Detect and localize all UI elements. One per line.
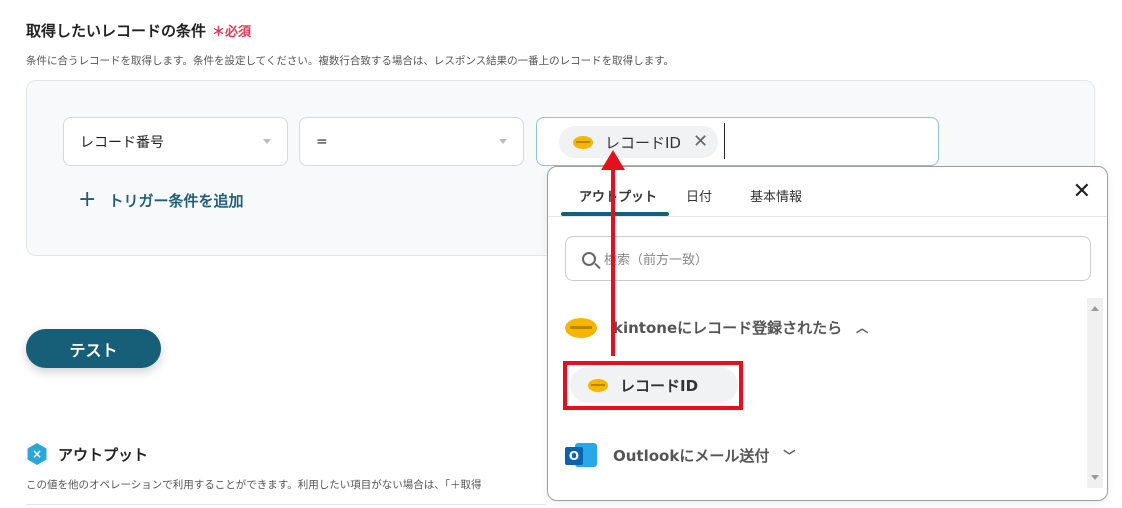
chevron-up-icon: ︿: [856, 321, 869, 335]
scroll-down-icon[interactable]: [1091, 475, 1099, 480]
outlook-icon: O: [565, 441, 597, 469]
group-outlook[interactable]: O Outlookにメール送付 ﹀: [565, 441, 795, 469]
close-icon[interactable]: ✕: [1073, 181, 1091, 203]
required-badge: ＊必須: [212, 25, 252, 40]
annotation-arrow: [611, 166, 615, 356]
tab-bar: アウトプット 日付 基本情報 ✕: [548, 167, 1107, 217]
annotation-arrowhead: [601, 150, 625, 170]
close-icon[interactable]: ✕: [693, 133, 708, 151]
section-description: 条件に合うレコードを取得します。条件を設定してください。複数行合致する場合は、レ…: [26, 55, 675, 67]
chevron-down-icon: [263, 139, 271, 144]
output-description: この値を他のオペレーションで利用することができます。利用したい項目がない場合は、…: [26, 479, 482, 491]
text-cursor: [724, 123, 725, 159]
scroll-up-icon[interactable]: [1091, 306, 1099, 311]
tab-basic-info[interactable]: 基本情報: [750, 186, 802, 205]
search-input[interactable]: 検索（前方一致）: [565, 236, 1091, 281]
chevron-down-icon: ﹀: [783, 448, 796, 463]
operator-select[interactable]: =: [299, 117, 524, 166]
chevron-down-icon: [499, 139, 507, 144]
tab-output[interactable]: アウトプット: [579, 186, 657, 205]
tab-date[interactable]: 日付: [686, 186, 712, 205]
add-trigger-condition-button[interactable]: + トリガー条件を追加: [78, 189, 243, 211]
plus-icon: +: [78, 187, 97, 212]
highlight-box: [563, 361, 743, 410]
kintone-icon: [573, 135, 593, 149]
output-heading: × アウトプット: [26, 443, 148, 465]
yoom-icon: ×: [27, 443, 47, 465]
active-tab-indicator: [561, 212, 669, 216]
value-chip[interactable]: レコードID ✕: [559, 126, 719, 158]
kintone-icon: [565, 317, 597, 338]
section-title: 取得したいレコードの条件 ＊必須: [26, 22, 252, 40]
divider: [26, 504, 546, 505]
test-button[interactable]: テスト: [26, 329, 161, 368]
scrollbar[interactable]: [1087, 298, 1103, 488]
search-icon: [582, 251, 596, 266]
output-picker-dropdown: アウトプット 日付 基本情報 ✕ 検索（前方一致） kintoneにレコード登録…: [547, 166, 1108, 501]
value-input[interactable]: レコードID ✕: [536, 117, 939, 166]
field-select[interactable]: レコード番号: [63, 117, 288, 166]
